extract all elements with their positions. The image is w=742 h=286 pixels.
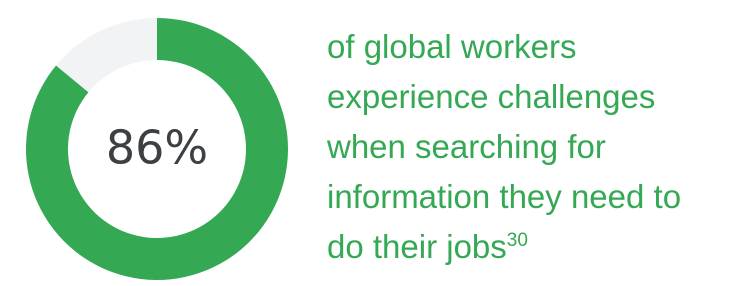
footnote-marker: 30 [506, 230, 528, 251]
caption-line: do their jobs [327, 228, 507, 265]
stat-card: 86% of global workers experience challen… [0, 0, 742, 286]
caption-line: when searching for [327, 128, 606, 165]
caption-line: experience challenges [327, 78, 656, 115]
donut-chart-svg: 86% [25, 18, 288, 280]
donut-center-value: 86% [106, 121, 208, 175]
caption-line-last: do their jobs30 [327, 222, 739, 272]
donut-chart: 86% [12, 14, 302, 284]
stat-caption: of global workers experience challenges … [327, 22, 739, 272]
caption-line: of global workers [327, 28, 577, 65]
caption-line: information they need to [327, 178, 682, 215]
